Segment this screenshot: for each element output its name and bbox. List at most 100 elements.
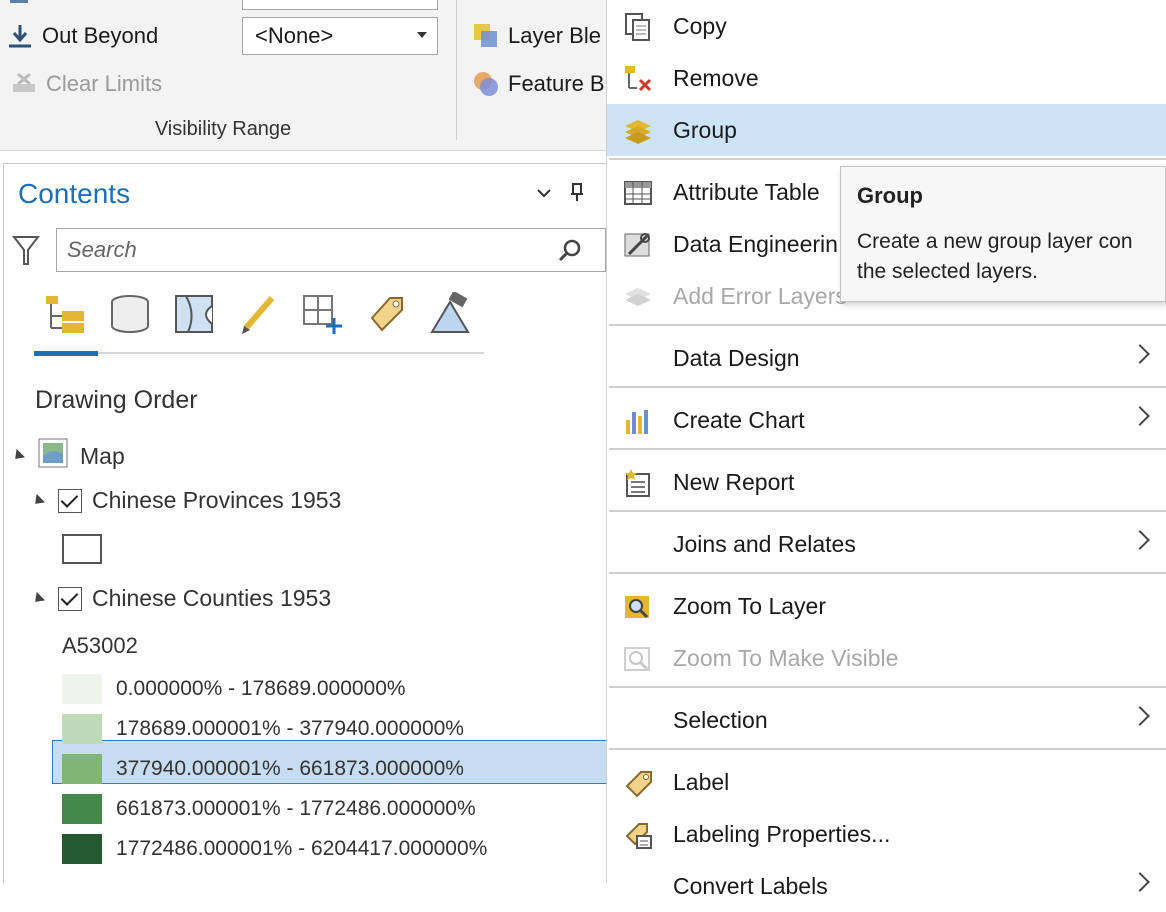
tree-item-counties[interactable]: Chinese Counties 1953 [30,585,331,612]
feature-blend-button[interactable]: Feature B [472,70,605,98]
tooltip-body: Create a new group layer con the selecte… [857,227,1166,287]
menu-item-labeling-properties[interactable]: Labeling Properties... [607,808,1166,860]
menu-label: Convert Labels [673,872,828,899]
chevron-right-icon [1130,344,1150,364]
copy-icon [623,12,653,42]
menu-item-zoom-to-layer[interactable]: Zoom To Layer [607,580,1166,632]
list-by-source-icon[interactable] [108,292,152,336]
list-by-selection-icon[interactable] [172,292,216,336]
legend-label: 0.000000% - 178689.000000% [116,677,406,700]
out-beyond-label: Out Beyond [42,23,159,48]
legend-class-5[interactable]: 1772486.000001% - 6204417.000000% [62,834,487,864]
legend-class-4[interactable]: 661873.000001% - 1772486.000000% [62,794,476,824]
map-icon [38,438,68,474]
clear-limits-label: Clear Limits [46,71,163,96]
tree-item-provinces[interactable]: Chinese Provinces 1953 [30,487,341,514]
menu-item-remove[interactable]: Remove [607,52,1166,104]
menu-item-new-report[interactable]: New Report [607,456,1166,508]
data-engineering-icon [623,230,653,260]
menu-label: Label [673,768,730,795]
menu-label: Data Engineerin [673,230,838,257]
menu-label: Create Chart [673,406,805,433]
search-placeholder: Search [67,237,137,262]
dropdown-upper-field[interactable] [242,0,438,10]
menu-label: Group [673,116,737,143]
list-by-perspective-imagery-icon[interactable] [428,290,472,336]
legend-swatch [62,794,102,824]
chevron-right-icon [1130,530,1150,550]
out-beyond-button[interactable]: Out Beyond [6,22,158,50]
list-by-labeling-icon[interactable] [364,292,408,336]
zoom-to-visible-icon [623,644,653,674]
pane-options-icon[interactable] [536,184,552,205]
legend-swatch [62,754,102,784]
menu-item-data-design[interactable]: Data Design [607,332,1166,384]
zoom-to-layer-icon [623,592,653,622]
menu-separator [609,448,1166,450]
table-icon [623,178,653,208]
expand-triangle-icon[interactable] [30,493,46,508]
in-beyond-icon [6,0,34,17]
visibility-dropdown[interactable]: <None> [242,17,438,55]
menu-item-create-chart[interactable]: Create Chart [607,394,1166,446]
active-tab-indicator [34,351,98,356]
label-tag-icon [623,768,653,798]
legend-class-2[interactable]: 178689.000001% - 377940.000000% [62,714,464,744]
menu-label: Remove [673,64,759,91]
legend-label: 661873.000001% - 1772486.000000% [116,797,476,820]
menu-label: Copy [673,12,727,39]
menu-label: Add Error Layers [673,282,847,309]
menu-label: Selection [673,706,768,733]
menu-item-convert-labels[interactable]: Convert Labels [607,860,1166,912]
layer-blend-button[interactable]: Layer Ble [472,22,601,50]
menu-label: Data Design [673,344,800,371]
chevron-down-icon [417,32,427,38]
list-by-snapping-icon[interactable] [300,292,344,336]
legend-class-1[interactable]: 0.000000% - 178689.000000% [62,674,406,704]
menu-label: Joins and Relates [673,530,856,557]
pin-icon[interactable] [570,182,584,207]
list-by-drawing-order-icon[interactable] [42,292,86,336]
menu-separator [609,686,1166,688]
menu-label: Zoom To Layer [673,592,826,619]
chevron-right-icon [1130,706,1150,726]
expand-triangle-icon[interactable] [30,591,46,606]
legend-label: 377940.000001% - 661873.000000% [116,757,464,780]
menu-separator [609,572,1166,574]
visibility-checkbox[interactable] [58,488,82,513]
menu-item-zoom-to-visible[interactable]: Zoom To Make Visible [607,632,1166,684]
layer-blend-label: Layer Ble [508,23,601,48]
menu-item-label[interactable]: Label [607,756,1166,808]
search-input[interactable]: Search [56,228,606,272]
dropdown-value: <None> [255,23,334,48]
menu-separator [609,158,1166,160]
menu-label: Labeling Properties... [673,820,891,847]
expand-triangle-icon[interactable] [10,448,26,464]
visibility-checkbox[interactable] [58,586,82,611]
province-symbol-swatch[interactable] [62,534,102,564]
legend-class-3[interactable]: 377940.000001% - 661873.000000% [62,754,464,784]
filter-icon[interactable] [11,234,41,273]
search-icon [557,237,583,269]
legend-field-name: A53002 [62,633,138,658]
menu-item-group[interactable]: Group [607,104,1166,156]
ribbon-item-partial[interactable] [6,0,42,18]
chart-icon [623,406,653,436]
menu-item-joins-relates[interactable]: Joins and Relates [607,518,1166,570]
ribbon-divider [456,0,457,140]
layer-blend-icon [472,22,500,50]
clear-limits-button[interactable]: Clear Limits [10,70,162,98]
legend-swatch [62,834,102,864]
menu-item-copy[interactable]: Copy [607,0,1166,52]
list-by-editing-icon[interactable] [236,292,280,336]
labeling-properties-icon [623,820,653,850]
tree-item-map[interactable]: Map [10,438,125,474]
pane-title: Contents [18,178,131,209]
feature-blend-label: Feature B [508,71,605,96]
contents-pane: Contents Search Drawing Order Map Chines… [3,163,610,883]
menu-item-selection[interactable]: Selection [607,694,1166,746]
group-layers-icon [623,116,653,146]
tooltip-line-1: Create a new group layer con [857,230,1133,253]
map-label: Map [80,442,125,469]
menu-label: New Report [673,468,795,495]
